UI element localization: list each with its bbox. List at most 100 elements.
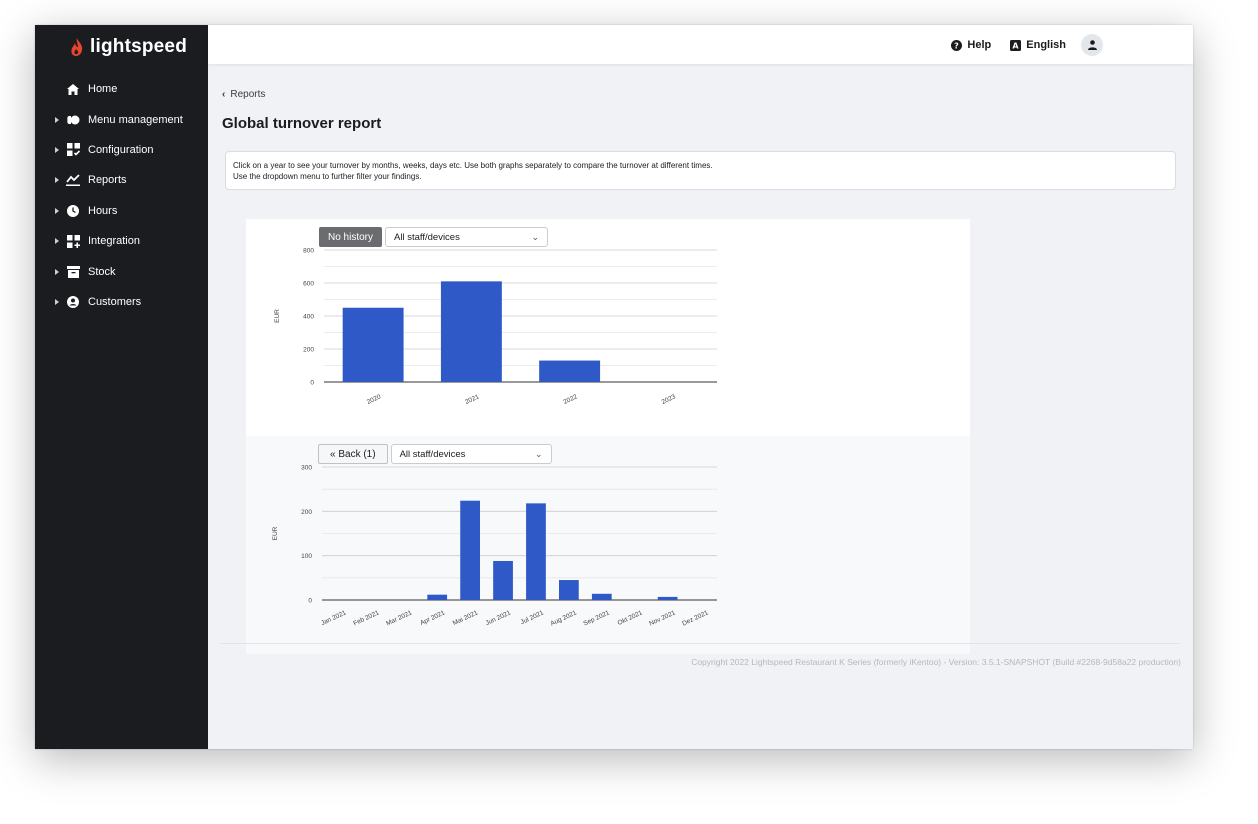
language-button[interactable]: A English (1010, 39, 1066, 51)
y-tick-label: 600 (303, 281, 314, 288)
x-tick-label: Aug 2021 (550, 609, 579, 627)
svg-text:?: ? (955, 41, 960, 50)
y-axis-label: EUR (272, 526, 279, 540)
flame-logo-icon (71, 38, 83, 56)
y-tick-label: 300 (301, 465, 312, 472)
logo-text: lightspeed (90, 36, 188, 57)
clock-icon (66, 204, 80, 218)
bar-apr-2021[interactable] (427, 594, 448, 600)
x-tick-label: Nov 2021 (648, 609, 677, 627)
footer-divider (220, 643, 1180, 644)
sidebar-item-label: Reports (88, 174, 127, 187)
bar-jun-2021[interactable] (493, 560, 513, 600)
sidebar-item-label: Home (88, 83, 118, 96)
staff-device-select[interactable]: All staff/devices ⌄ (385, 227, 549, 247)
x-tick-label: Feb 2021 (352, 609, 380, 627)
expand-arrow-icon (55, 298, 59, 305)
help-label: Help (967, 39, 992, 51)
sidebar-item-label: Stock (88, 265, 116, 278)
x-tick-label: 2021 (464, 393, 480, 406)
svg-text:A: A (1013, 41, 1020, 50)
y-tick-label: 0 (308, 598, 312, 605)
sidebar-item-reports[interactable]: Reports (35, 165, 208, 195)
y-axis-label: EUR (274, 309, 281, 323)
sidebar-item-home[interactable]: Home (35, 74, 208, 104)
select-value: All staff/devices (399, 448, 466, 460)
bar-aug-2021[interactable] (559, 580, 579, 600)
bar-2021[interactable] (440, 281, 502, 382)
chart-panel-months: 0 100 200 300 EUR Jan 2021 Feb 2021 Mar 2021 Apr… (246, 436, 970, 654)
bar-2022[interactable] (539, 360, 601, 382)
top-bar: ? Help A English (208, 25, 1193, 64)
y-tick-label: 400 (303, 314, 314, 321)
info-text-line-2: Use the dropdown menu to further filter … (233, 172, 422, 181)
sidebar-item-customers[interactable]: Customers (35, 287, 208, 317)
sidebar-item-label: Menu management (88, 113, 183, 126)
menu-management-icon (66, 113, 80, 127)
expand-arrow-icon (55, 268, 59, 275)
y-tick-label: 0 (310, 380, 314, 387)
info-text-line-1: Click on a year to see your turnover by … (233, 161, 713, 170)
app-window: lightspeed Home Menu management Configur… (35, 25, 1193, 749)
no-history-button[interactable]: No history (319, 227, 383, 247)
y-tick-label: 800 (303, 248, 314, 255)
select-value: All staff/devices (394, 231, 460, 243)
sidebar-item-label: Integration (88, 235, 140, 248)
copyright-text: Copyright 2022 Lightspeed Restaurant K S… (691, 657, 1181, 667)
sidebar-item-hours[interactable]: Hours (35, 196, 208, 226)
x-tick-label: Apr 2021 (419, 609, 446, 627)
chevron-left-icon: ‹ (222, 89, 226, 100)
x-tick-label: Jun 2021 (485, 609, 513, 627)
expand-arrow-icon (55, 116, 59, 123)
expand-arrow-icon (55, 177, 59, 184)
stock-icon (66, 265, 80, 279)
bar-jul-2021[interactable] (526, 503, 546, 600)
bar-sep-2021[interactable] (591, 593, 612, 600)
sidebar-item-stock[interactable]: Stock (35, 256, 208, 286)
chart-years-controls: No history All staff/devices ⌄ (319, 227, 549, 247)
integration-icon (66, 234, 80, 248)
x-tick-label: 2020 (366, 393, 382, 406)
breadcrumb-reports-link[interactable]: ‹ Reports (222, 89, 265, 100)
y-tick-label: 200 (303, 347, 314, 354)
staff-device-select[interactable]: All staff/devices ⌄ (390, 444, 552, 464)
bar-mai-2021[interactable] (460, 500, 480, 600)
sidebar-item-label: Configuration (88, 143, 154, 156)
chevron-down-icon: ⌄ (535, 449, 543, 459)
top-actions: ? Help A English (932, 34, 1103, 56)
back-button[interactable]: « Back (1) (318, 444, 388, 464)
home-icon (66, 82, 80, 96)
x-tick-label: Jan 2021 (320, 609, 348, 627)
expand-arrow-icon (55, 238, 59, 245)
x-tick-label: Mar 2021 (385, 609, 413, 627)
y-tick-label: 100 (301, 553, 312, 560)
info-box: Click on a year to see your turnover by … (225, 151, 1176, 190)
sidebar-item-label: Customers (88, 295, 142, 308)
x-tick-label: Mai 2021 (452, 609, 480, 627)
sidebar-item-integration[interactable]: Integration (35, 226, 208, 256)
chevron-down-icon: ⌄ (531, 232, 540, 242)
sidebar-nav: Home Menu management Configuration Repor… (35, 74, 208, 317)
sidebar-item-label: Hours (88, 204, 118, 217)
help-button[interactable]: ? Help (951, 39, 991, 51)
page-title: Global turnover report (222, 115, 382, 132)
expand-arrow-icon (55, 207, 59, 214)
translate-icon: A (1010, 39, 1022, 51)
sidebar-item-menu-management[interactable]: Menu management (35, 104, 208, 134)
x-tick-label: 2022 (562, 393, 578, 406)
x-tick-label: 2023 (661, 393, 677, 406)
user-icon (1087, 40, 1097, 50)
customers-icon (66, 295, 80, 309)
lightspeed-logo[interactable]: lightspeed (69, 35, 187, 59)
chart-panel-years: 0 200 400 600 800 EUR 2020 2021 2022 2023 No hist… (246, 219, 970, 436)
sidebar: lightspeed Home Menu management Configur… (35, 25, 208, 749)
bar-nov-2021[interactable] (657, 596, 678, 600)
breadcrumb-label: Reports (230, 89, 266, 100)
x-tick-label: Sep 2021 (582, 609, 611, 627)
bar-2020[interactable] (342, 307, 404, 382)
chart-years: 0 200 400 600 800 EUR 2020 2021 2022 2023 (274, 248, 717, 406)
user-avatar-button[interactable] (1081, 34, 1103, 56)
help-icon: ? (951, 39, 963, 51)
chart-months: 0 100 200 300 EUR Jan 2021 Feb 2021 Mar 2021 Apr… (272, 465, 717, 628)
sidebar-item-configuration[interactable]: Configuration (35, 135, 208, 165)
